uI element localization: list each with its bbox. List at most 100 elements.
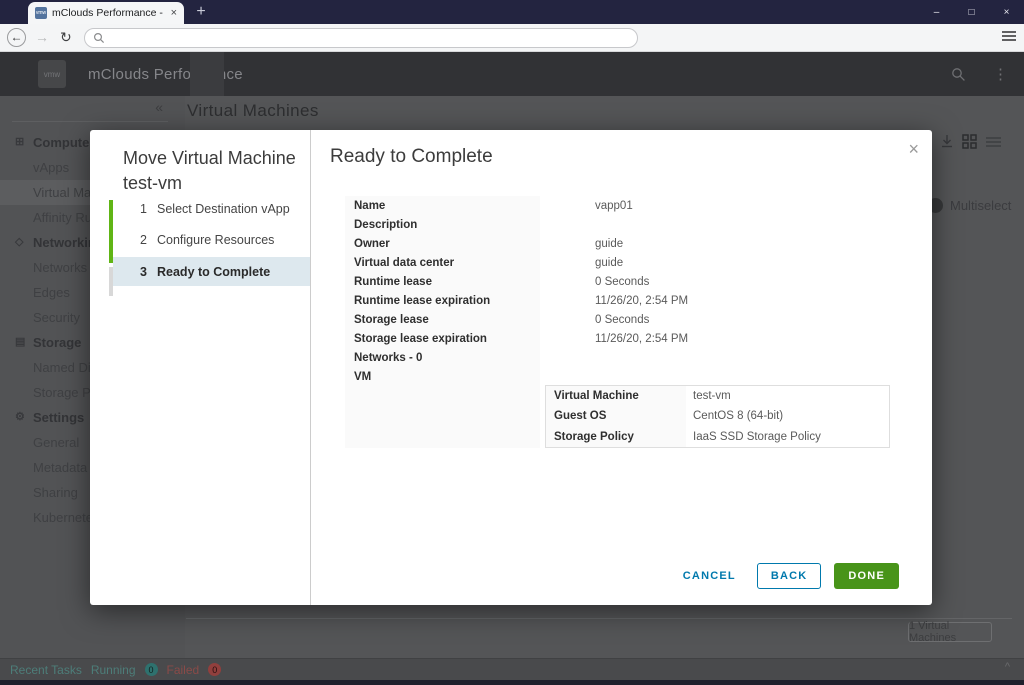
vmw-favicon-icon: vmw [35, 7, 47, 19]
nav-item[interactable] [258, 52, 292, 96]
download-icon[interactable] [941, 135, 953, 148]
minimize-icon[interactable]: – [919, 0, 954, 24]
modal-footer: CANCEL BACK DONE [675, 563, 899, 589]
field-value: 0 Seconds [595, 313, 650, 326]
field-value: guide [595, 256, 624, 269]
top-navigation [190, 52, 394, 96]
done-button[interactable]: DONE [834, 563, 899, 589]
more-options-icon[interactable]: ⋮ [993, 65, 1008, 83]
field-label: Storage lease [354, 313, 429, 326]
recent-tasks-label[interactable]: Recent Tasks [10, 663, 82, 677]
app-header: vmw mClouds Performance ⋮ [0, 52, 1024, 96]
vm-table-row: Storage Policy IaaS SSD Storage Policy [546, 426, 889, 447]
modal-close-icon[interactable]: × [908, 140, 919, 158]
step-heading: Ready to Complete [330, 146, 493, 167]
failed-label: Failed [166, 662, 200, 677]
field-label: Runtime lease expiration [354, 294, 491, 307]
sidebar-section-icon: ⊞ [15, 136, 25, 148]
recent-tasks-bar[interactable]: Recent Tasks Running 0 Failed 0 ^ [0, 658, 1024, 680]
header-search-icon[interactable] [951, 67, 966, 82]
summary-field-row: Storage lease expiration 11/26/20, 2:54 … [345, 329, 905, 348]
summary-field-row: Networks - 0 [345, 348, 905, 367]
summary-field-row: Name vapp01 [345, 196, 905, 215]
field-value: 0 Seconds [595, 275, 650, 288]
summary-field-row: Virtual data center guide [345, 253, 905, 272]
back-button[interactable]: BACK [756, 563, 822, 589]
wizard-steps: 1 Select Destination vApp 2 Configure Re… [113, 196, 310, 290]
tab-close-icon[interactable]: × [169, 7, 177, 19]
step-number: 2 [140, 233, 147, 247]
step-label: Select Destination vApp [157, 202, 290, 216]
modal-title: Move Virtual Machine test-vm [123, 148, 296, 193]
field-label: Virtual data center [354, 256, 455, 269]
address-bar[interactable] [84, 28, 638, 48]
window-bottom-edge [0, 680, 1024, 685]
tab-title: mClouds Performance - Virtual [52, 7, 164, 19]
field-label: Storage lease expiration [354, 332, 487, 345]
sidebar-section-icon: ◇ [15, 236, 24, 248]
step-label: Ready to Complete [157, 264, 271, 279]
grid-view-icon[interactable] [962, 134, 977, 149]
field-label: Runtime lease [354, 275, 432, 288]
sidebar-item-label: vApps [33, 160, 70, 175]
wizard-step[interactable]: 2 Configure Resources [113, 227, 310, 253]
window-controls: – □ × [919, 0, 1024, 24]
vm-table-label: Storage Policy [546, 426, 686, 447]
nav-item[interactable] [190, 52, 224, 96]
field-label: Networks - 0 [354, 351, 423, 364]
maximize-icon[interactable]: □ [954, 0, 989, 24]
list-view-icon[interactable] [986, 136, 1001, 148]
field-label: VM [354, 370, 372, 383]
chevron-up-icon[interactable]: ^ [1005, 661, 1010, 673]
field-label: Owner [354, 237, 390, 250]
multiselect-label: Multiselect [950, 198, 1012, 213]
move-vm-modal: Move Virtual Machine test-vm 1 Select De… [90, 130, 932, 605]
page-title: Virtual Machines [187, 101, 319, 120]
nav-item[interactable] [326, 52, 360, 96]
vm-table-value: test-vm [693, 390, 731, 403]
summary-field-row: Runtime lease 0 Seconds [345, 272, 905, 291]
vm-table-row: Guest OS CentOS 8 (64-bit) [546, 406, 889, 427]
reload-icon[interactable]: ↻ [60, 29, 72, 46]
browser-titlebar: vmw mClouds Performance - Virtual × + – … [0, 0, 1024, 24]
field-rows: Name vapp01 Description Owner guide Virt… [345, 196, 905, 386]
sidebar-item-label: Networks [33, 260, 88, 275]
sidebar-divider [12, 121, 168, 122]
failed-count-badge: 0 [208, 663, 222, 676]
multiselect-control: Multiselect [928, 198, 1011, 213]
running-label: Running [90, 662, 136, 677]
browser-tab[interactable]: vmw mClouds Performance - Virtual × [28, 2, 184, 24]
vm-table-value: CentOS 8 (64-bit) [693, 410, 784, 423]
sidebar-item-label: Compute [33, 135, 90, 150]
vm-table-label: Virtual Machine [546, 386, 686, 407]
sidebar-item-label: Storage [33, 335, 82, 350]
sidebar-item-label: Edges [33, 285, 70, 300]
vmw-logo: vmw [38, 60, 66, 88]
nav-item[interactable] [292, 52, 326, 96]
grid-row-count: 1 Virtual Machines [908, 620, 992, 644]
sidebar-item-label: Security [33, 310, 80, 325]
wizard-step[interactable]: 1 Select Destination vApp [113, 196, 310, 222]
nav-item[interactable] [224, 52, 258, 96]
field-value: vapp01 [595, 199, 633, 212]
wizard-step[interactable]: 3 Ready to Complete [113, 257, 310, 286]
summary-field-row: Description [345, 215, 905, 234]
menu-icon[interactable] [1002, 30, 1016, 42]
cancel-button[interactable]: CANCEL [675, 564, 744, 588]
view-controls [941, 134, 1001, 149]
sidebar-collapse-icon[interactable]: « [155, 99, 163, 115]
field-value: 11/26/20, 2:54 PM [595, 294, 689, 307]
field-value: 11/26/20, 2:54 PM [595, 332, 689, 345]
back-icon[interactable]: ← [7, 28, 26, 47]
summary-field-row: Storage lease 0 Seconds [345, 310, 905, 329]
summary-field-row: Runtime lease expiration 11/26/20, 2:54 … [345, 291, 905, 310]
summary-fields: Name vapp01 Description Owner guide Virt… [345, 196, 905, 448]
step-number: 1 [140, 202, 147, 216]
close-icon[interactable]: × [989, 0, 1024, 24]
vm-table-row: Virtual Machine test-vm [546, 386, 889, 407]
summary-field-row: VM [345, 367, 905, 386]
grid-footer-divider [186, 618, 1012, 619]
sidebar-item-label: Metadata [33, 460, 88, 475]
nav-item[interactable] [360, 52, 394, 96]
new-tab-button[interactable]: + [190, 1, 212, 23]
